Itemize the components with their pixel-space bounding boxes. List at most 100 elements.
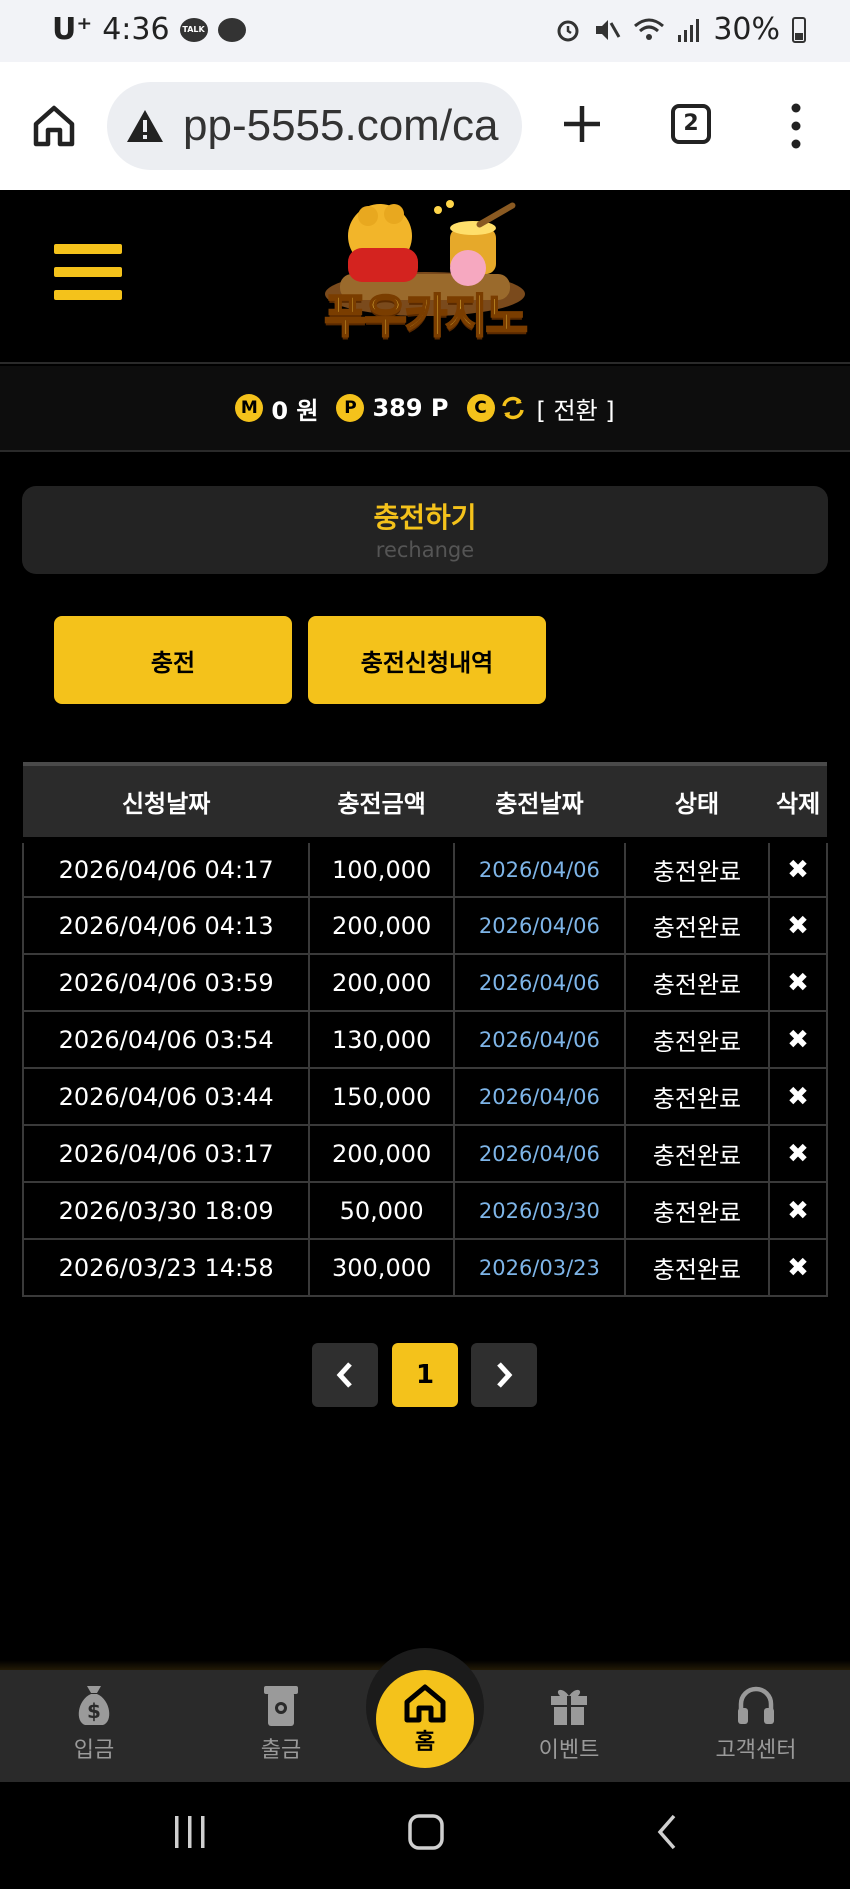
amount-cell: 150,000 xyxy=(308,1067,456,1126)
money-coin-icon: M xyxy=(235,394,264,422)
table-row: 2026/03/23 14:58 300,000 2026/03/23 충전완료… xyxy=(21,1238,828,1297)
nav-event[interactable]: 이벤트 xyxy=(499,1682,639,1764)
table-row: 2026/03/30 18:09 50,000 2026/03/30 충전완료 … xyxy=(21,1181,828,1240)
chevron-right-icon xyxy=(497,1362,513,1388)
point-coin-icon: P xyxy=(336,394,365,422)
more-menu-icon[interactable] xyxy=(788,102,804,150)
status-cell: 충전완료 xyxy=(623,896,771,955)
delete-icon[interactable]: ✖ xyxy=(768,1181,828,1240)
system-home-icon[interactable] xyxy=(406,1812,446,1852)
nav-support-label: 고객센터 xyxy=(715,1738,797,1763)
charge-history-table: 신청날짜 충전금액 충전날짜 상태 삭제 2026/04/06 04:17 10… xyxy=(21,762,828,1297)
delete-icon[interactable]: ✖ xyxy=(768,1067,828,1126)
address-bar[interactable]: pp-5555.com/ca xyxy=(107,82,522,170)
home-icon[interactable] xyxy=(30,102,78,150)
battery-percent: 30% xyxy=(713,12,780,47)
header-status: 상태 xyxy=(674,790,720,818)
headset-icon xyxy=(738,1686,774,1724)
charge-date-cell: 2026/04/06 xyxy=(453,953,626,1012)
charge-date-cell: 2026/04/06 xyxy=(453,1067,626,1126)
status-cell: 충전완료 xyxy=(623,1124,771,1183)
point-balance: P 389 P xyxy=(336,394,449,422)
delete-icon[interactable]: ✖ xyxy=(768,896,828,955)
refresh-icon[interactable] xyxy=(499,394,527,422)
status-cell: 충전완료 xyxy=(623,837,771,898)
request-date-cell: 2026/04/06 04:13 xyxy=(21,896,311,955)
amount-cell: 50,000 xyxy=(308,1181,456,1240)
charge-date-cell: 2026/04/06 xyxy=(453,837,626,898)
request-date-cell: 2026/03/23 14:58 xyxy=(21,1238,311,1297)
recent-apps-icon[interactable] xyxy=(172,1812,208,1852)
table-row: 2026/04/06 03:54 130,000 2026/04/06 충전완료… xyxy=(21,1010,828,1069)
table-row: 2026/04/06 03:59 200,000 2026/04/06 충전완료… xyxy=(21,953,828,1012)
convert-control[interactable]: C [ 전환 ] xyxy=(466,391,615,426)
status-bar: U⁺ 4:36 TALK 30% xyxy=(0,0,850,62)
table-row: 2026/04/06 04:17 100,000 2026/04/06 충전완료… xyxy=(21,837,828,898)
header-charge-date: 충전날짜 xyxy=(495,790,584,818)
nav-support[interactable]: 고객센터 xyxy=(686,1682,826,1764)
amount-cell: 100,000 xyxy=(308,837,456,898)
battery-icon xyxy=(792,16,806,43)
delete-icon[interactable]: ✖ xyxy=(768,1010,828,1069)
system-nav-bar xyxy=(0,1782,850,1889)
status-right: 30% xyxy=(555,12,806,47)
next-page-button[interactable] xyxy=(471,1343,537,1407)
money-bag-icon: $ xyxy=(78,1686,110,1725)
charge-history-tab-button[interactable]: 충전신청내역 xyxy=(308,616,546,704)
withdraw-machine-icon xyxy=(264,1686,298,1726)
nav-home-button[interactable]: 홈 xyxy=(376,1670,474,1768)
status-cell: 충전완료 xyxy=(623,1010,771,1069)
site-header: 푸우카지노 xyxy=(0,190,850,364)
balance-bar: M 0 원 P 389 P C [ 전환 ] xyxy=(0,366,850,452)
status-cell: 충전완료 xyxy=(623,1238,771,1297)
table-body: 2026/04/06 04:17 100,000 2026/04/06 충전완료… xyxy=(21,837,828,1297)
alarm-icon xyxy=(557,20,579,41)
nav-withdraw[interactable]: 출금 xyxy=(211,1682,351,1764)
hamburger-line xyxy=(54,267,122,277)
logo-text: 푸우카지노 xyxy=(323,288,529,344)
browser-toolbar: pp-5555.com/ca 2 xyxy=(0,62,850,190)
prev-page-button[interactable] xyxy=(312,1343,378,1407)
status-cell: 충전완료 xyxy=(623,1067,771,1126)
request-date-cell: 2026/03/30 18:09 xyxy=(21,1181,311,1240)
header-request-date: 신청날짜 xyxy=(121,790,211,818)
gift-icon xyxy=(551,1689,587,1725)
delete-icon[interactable]: ✖ xyxy=(768,1238,828,1297)
status-cell: 충전완료 xyxy=(623,1181,771,1240)
page-number-button[interactable]: 1 xyxy=(392,1343,458,1407)
warning-icon[interactable] xyxy=(125,108,165,144)
nav-withdraw-label: 출금 xyxy=(260,1738,302,1763)
convert-button[interactable]: [ 전환 ] xyxy=(537,391,615,426)
amount-cell: 200,000 xyxy=(308,896,456,955)
request-date-cell: 2026/04/06 04:17 xyxy=(21,837,311,898)
url-text: pp-5555.com/ca xyxy=(183,101,499,150)
carrier-label: U⁺ xyxy=(52,12,93,47)
new-tab-icon[interactable] xyxy=(560,102,604,146)
hamburger-menu-button[interactable] xyxy=(54,244,122,304)
svg-text:$: $ xyxy=(87,1699,101,1723)
system-back-icon[interactable] xyxy=(652,1812,682,1852)
money-balance: M 0 원 xyxy=(235,391,318,426)
charge-tab-button[interactable]: 충전 xyxy=(54,616,292,704)
charge-date-cell: 2026/04/06 xyxy=(453,1124,626,1183)
delete-icon[interactable]: ✖ xyxy=(768,953,828,1012)
header-amount: 충전금액 xyxy=(337,790,426,818)
chevron-left-icon xyxy=(336,1362,352,1388)
table-header-row: 신청날짜 충전금액 충전날짜 상태 삭제 xyxy=(23,764,827,840)
site-logo[interactable]: 푸우카지노 xyxy=(300,196,550,356)
table-row: 2026/04/06 04:13 200,000 2026/04/06 충전완료… xyxy=(21,896,828,955)
delete-icon[interactable]: ✖ xyxy=(768,1124,828,1183)
tab-switcher-button[interactable]: 2 xyxy=(671,104,711,144)
amount-cell: 200,000 xyxy=(308,953,456,1012)
nav-deposit[interactable]: $ 입금 xyxy=(24,1682,164,1764)
page-subtitle: rechange xyxy=(375,538,475,562)
charge-date-cell: 2026/04/06 xyxy=(453,896,626,955)
delete-icon[interactable]: ✖ xyxy=(768,837,828,898)
hamburger-line xyxy=(54,290,122,300)
charge-date-cell: 2026/03/30 xyxy=(453,1181,626,1240)
nav-deposit-label: 입금 xyxy=(73,1738,115,1763)
nav-home-label: 홈 xyxy=(414,1730,436,1755)
money-value: 0 원 xyxy=(271,396,319,425)
amount-cell: 130,000 xyxy=(308,1010,456,1069)
amount-cell: 300,000 xyxy=(308,1238,456,1297)
